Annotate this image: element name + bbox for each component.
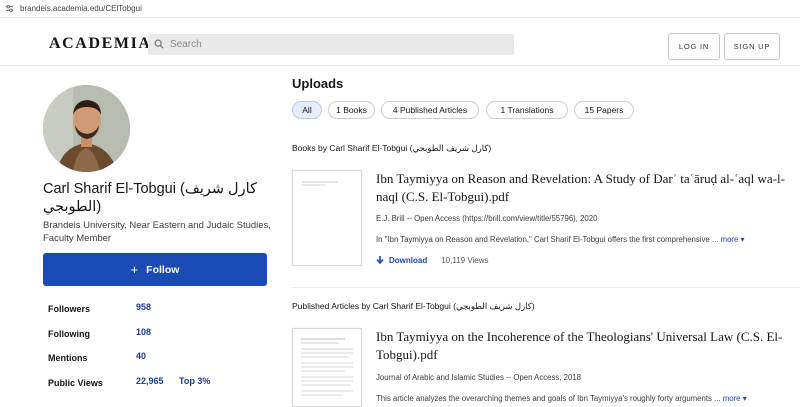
stat-mentions[interactable]: Mentions 40	[48, 350, 278, 366]
article-abstract-text: This article analyzes the overarching th…	[376, 394, 721, 403]
section-divider	[292, 287, 800, 288]
search-input[interactable]	[170, 39, 490, 50]
stat-value[interactable]: 108	[136, 327, 151, 337]
article-abstract: This article analyzes the overarching th…	[376, 394, 747, 403]
site-header: ACADEMIA LOG IN SIGN UP	[0, 18, 800, 66]
search-box[interactable]	[148, 34, 514, 55]
more-label: more	[720, 235, 739, 244]
stat-value[interactable]: 958	[136, 302, 151, 312]
stat-following[interactable]: Following 108	[48, 326, 278, 342]
download-label: Download	[389, 255, 428, 265]
article-thumbnail[interactable]	[292, 328, 362, 407]
profile-avatar	[43, 85, 130, 172]
book-abstract-text: In "Ibn Taymiyya on Reason and Revelatio…	[376, 235, 719, 244]
download-button[interactable]: Download	[376, 255, 428, 265]
follow-label: Follow	[146, 263, 180, 276]
filter-books[interactable]: 1 Books	[328, 101, 375, 119]
article-more-link[interactable]: more ▾	[723, 394, 747, 403]
more-label: more	[722, 394, 741, 403]
caret-down-icon: ▾	[742, 394, 747, 403]
stat-label: Public Views	[48, 378, 103, 388]
book-more-link[interactable]: more ▾	[721, 235, 745, 244]
book-actions: Download 10,119 Views	[376, 254, 489, 266]
login-button[interactable]: LOG IN	[668, 33, 720, 60]
search-icon	[154, 36, 164, 54]
stat-label: Followers	[48, 304, 91, 314]
follow-button[interactable]: + Follow	[43, 253, 267, 286]
stat-value: 22,965	[136, 376, 164, 386]
book-source: E.J. Brill -- Open Access (https://brill…	[376, 214, 598, 223]
view-count: 10,119 Views	[441, 255, 489, 265]
stat-label: Mentions	[48, 353, 88, 363]
stat-label: Following	[48, 329, 90, 339]
filter-all[interactable]: All	[292, 101, 322, 119]
tune-icon[interactable]	[4, 4, 14, 14]
book-title-link[interactable]: Ibn Taymiyya on Reason and Revelation: A…	[376, 170, 796, 206]
articles-section-heading: Published Articles by Carl Sharif El-Tob…	[292, 301, 535, 311]
signup-button[interactable]: SIGN UP	[724, 33, 780, 60]
academia-logo[interactable]: ACADEMIA	[49, 35, 152, 53]
books-section-heading: Books by Carl Sharif El-Tobgui (كارل شري…	[292, 143, 492, 153]
book-abstract: In "Ibn Taymiyya on Reason and Revelatio…	[376, 235, 744, 244]
profile-name: Carl Sharif El-Tobgui (كارل شريف الطوبجي…	[43, 181, 257, 215]
filter-published-articles[interactable]: 4 Published Articles	[381, 101, 479, 119]
article-title-link[interactable]: Ibn Taymiyya on the Incoherence of the T…	[376, 328, 796, 364]
uploads-heading: Uploads	[292, 76, 344, 91]
download-arrow-icon	[376, 255, 384, 264]
stat-value[interactable]: 40	[136, 351, 146, 361]
profile-affiliation[interactable]: Brandeis University, Near Eastern and Ju…	[43, 219, 273, 245]
filter-papers[interactable]: 15 Papers	[574, 101, 634, 119]
stat-public-views: Public Views 22,965 Top 3%	[48, 375, 278, 391]
url-text[interactable]: brandeis.academia.edu/CElTobgui	[20, 4, 142, 13]
article-source: Journal of Arabic and Islamic Studies --…	[376, 373, 581, 382]
stat-followers[interactable]: Followers 958	[48, 301, 278, 317]
book-thumbnail[interactable]	[292, 170, 362, 266]
stat-rank-badge: Top 3%	[179, 376, 211, 386]
plus-icon: +	[130, 262, 139, 277]
caret-down-icon: ▾	[740, 235, 745, 244]
url-bar[interactable]: brandeis.academia.edu/CElTobgui	[0, 0, 800, 18]
filter-translations[interactable]: 1 Translations	[486, 101, 568, 119]
